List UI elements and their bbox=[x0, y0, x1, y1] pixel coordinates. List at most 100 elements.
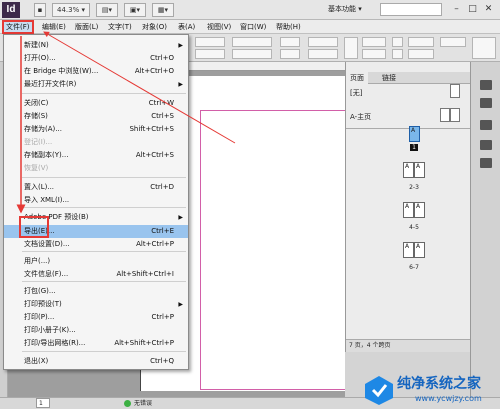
file-menu-item[interactable]: 新建(N) ▶ bbox=[4, 39, 188, 52]
menu-item-shortcut: Ctrl+P bbox=[151, 313, 174, 321]
menu-type[interactable]: 文字(T) bbox=[106, 21, 134, 33]
master-a-thumb-right[interactable] bbox=[450, 108, 460, 122]
control-field-2[interactable] bbox=[195, 49, 225, 59]
zoom-value: 44.3% bbox=[57, 6, 80, 14]
page-margin-guide bbox=[200, 110, 345, 390]
stroke-style-field[interactable] bbox=[408, 49, 434, 59]
file-menu-item[interactable]: 恢复(V) bbox=[4, 162, 188, 175]
tab-pages[interactable]: 页面 bbox=[346, 72, 368, 84]
screen-mode-icon[interactable]: ▣▾ bbox=[124, 3, 146, 17]
menu-separator bbox=[22, 93, 186, 94]
menu-separator bbox=[22, 251, 186, 252]
file-menu-item[interactable]: 打包(G)... bbox=[4, 285, 188, 298]
menu-object[interactable]: 对象(O) bbox=[140, 21, 169, 33]
export-highlight-box bbox=[19, 216, 49, 238]
stroke-weight-field[interactable] bbox=[408, 37, 434, 47]
master-a-thumb-left[interactable] bbox=[440, 108, 450, 122]
file-menu-item[interactable]: 存储为(A)... Shift+Ctrl+S bbox=[4, 123, 188, 136]
close-icon[interactable]: ✕ bbox=[482, 3, 495, 16]
zoom-level[interactable]: 44.3% ▾ bbox=[52, 3, 90, 17]
fill-swatch-icon[interactable] bbox=[392, 37, 403, 47]
page-count: 7 页，4 个跨页 bbox=[349, 342, 391, 349]
file-menu-item[interactable]: 导入 XML(I)... bbox=[4, 194, 188, 207]
tab-links[interactable]: 链接 bbox=[378, 72, 400, 84]
menu-item-label: 打印(P)... bbox=[24, 313, 55, 321]
page-thumb-7[interactable]: A bbox=[414, 242, 425, 258]
menu-file[interactable]: 文件(F) bbox=[2, 20, 34, 34]
arrange-documents-icon[interactable]: ▦▾ bbox=[152, 3, 174, 17]
file-menu-item[interactable]: 关闭(C) Ctrl+W bbox=[4, 97, 188, 110]
file-menu-item[interactable]: 打印预设(T) ▶ bbox=[4, 298, 188, 311]
menu-table[interactable]: 表(A) bbox=[176, 21, 197, 33]
menu-item-shortcut: Alt+Shift+Ctrl+I bbox=[116, 270, 174, 278]
file-menu-item[interactable]: 在 Bridge 中浏览(W)... Alt+Ctrl+O bbox=[4, 65, 188, 78]
control-field-3[interactable] bbox=[232, 37, 272, 47]
shear-field[interactable] bbox=[308, 49, 338, 59]
master-none-thumb[interactable] bbox=[450, 84, 460, 98]
maximize-icon[interactable]: □ bbox=[466, 3, 479, 16]
search-field[interactable] bbox=[380, 3, 442, 16]
file-menu-item[interactable]: 打印小册子(K)... bbox=[4, 324, 188, 337]
page-thumb-4[interactable]: A bbox=[403, 202, 414, 218]
file-menu-item[interactable]: 文件信息(F)... Alt+Shift+Ctrl+I bbox=[4, 268, 188, 281]
page-thumb-3[interactable]: A bbox=[414, 162, 425, 178]
control-field-1[interactable] bbox=[195, 37, 225, 47]
bridge-icon[interactable]: ▪ bbox=[34, 3, 46, 17]
effects-icon[interactable] bbox=[472, 37, 496, 59]
control-field-5[interactable] bbox=[280, 37, 300, 47]
master-none[interactable]: [无] bbox=[350, 88, 362, 98]
menu-item-label: 用户(...) bbox=[24, 257, 51, 265]
file-menu-item[interactable]: 打开(O)... Ctrl+O bbox=[4, 52, 188, 65]
menu-view[interactable]: 视图(V) bbox=[205, 21, 233, 33]
page-thumb-6[interactable]: A bbox=[403, 242, 414, 258]
menu-item-label: 最近打开文件(R) bbox=[24, 80, 77, 88]
menu-separator bbox=[22, 177, 186, 178]
menu-item-label: 新建(N) bbox=[24, 41, 49, 49]
menu-item-label: 导入 XML(I)... bbox=[24, 196, 70, 204]
rotate-field[interactable] bbox=[308, 37, 338, 47]
view-options-icon[interactable]: ▤▾ bbox=[96, 3, 118, 17]
control-field-4[interactable] bbox=[232, 49, 272, 59]
menu-help[interactable]: 帮助(H) bbox=[274, 21, 303, 33]
thumb-master-letter: A bbox=[411, 127, 416, 134]
workspace-switcher[interactable]: 基本功能 ▾ bbox=[328, 4, 362, 14]
control-field-6[interactable] bbox=[280, 49, 300, 59]
file-menu-item[interactable]: 存储副本(Y)... Alt+Ctrl+S bbox=[4, 149, 188, 162]
watermark-url: www.ycwjzy.com bbox=[415, 394, 482, 403]
page-thumb-2[interactable]: A bbox=[403, 162, 414, 178]
page-thumb-1[interactable]: A bbox=[409, 126, 420, 142]
menu-edit[interactable]: 编辑(E) bbox=[40, 21, 68, 33]
file-menu-item[interactable]: 登记(I)... bbox=[4, 136, 188, 149]
stroke-swatch-icon[interactable] bbox=[392, 49, 403, 59]
menu-item-shortcut: Alt+Ctrl+P bbox=[136, 240, 174, 248]
file-menu-item[interactable]: 打印(P)... Ctrl+P bbox=[4, 311, 188, 324]
file-menu-item[interactable]: 文档设置(D)... Alt+Ctrl+P bbox=[4, 238, 188, 251]
stroke-panel-icon[interactable] bbox=[480, 120, 492, 130]
links-panel-icon[interactable] bbox=[480, 98, 492, 108]
menu-window[interactable]: 窗口(W) bbox=[238, 21, 268, 33]
file-menu-item[interactable]: 用户(...) bbox=[4, 255, 188, 268]
master-a[interactable]: A-主页 bbox=[350, 112, 371, 122]
pages-panel-icon[interactable] bbox=[480, 80, 492, 90]
menu-item-label: 存储(S) bbox=[24, 112, 48, 120]
swatches-panel-icon[interactable] bbox=[480, 140, 492, 150]
type-icon[interactable] bbox=[344, 37, 358, 59]
file-menu-item[interactable]: 置入(L)... Ctrl+D bbox=[4, 181, 188, 194]
preflight-status[interactable]: 无错误 bbox=[134, 398, 152, 409]
select-icons[interactable] bbox=[362, 49, 386, 59]
file-menu-item[interactable]: 打印/导出网格(R)... Alt+Shift+Ctrl+P bbox=[4, 337, 188, 350]
flip-icons[interactable] bbox=[362, 37, 386, 47]
file-menu-item[interactable]: 存储(S) Ctrl+S bbox=[4, 110, 188, 123]
minimize-icon[interactable]: – bbox=[450, 3, 463, 16]
menu-layout[interactable]: 版面(L) bbox=[73, 21, 100, 33]
file-menu-item[interactable]: 最近打开文件(R) ▶ bbox=[4, 78, 188, 91]
menu-item-shortcut: Ctrl+O bbox=[150, 54, 174, 62]
page-thumb-5[interactable]: A bbox=[414, 202, 425, 218]
opacity-field[interactable] bbox=[440, 37, 466, 47]
panel-icon-strip bbox=[470, 62, 500, 397]
file-menu-item[interactable]: 退出(X) Ctrl+Q bbox=[4, 355, 188, 368]
page-label-1: 1 bbox=[410, 144, 418, 151]
page-number-field[interactable]: 1 bbox=[36, 398, 50, 408]
menu-item-shortcut: Shift+Ctrl+S bbox=[129, 125, 174, 133]
color-panel-icon[interactable] bbox=[480, 158, 492, 168]
